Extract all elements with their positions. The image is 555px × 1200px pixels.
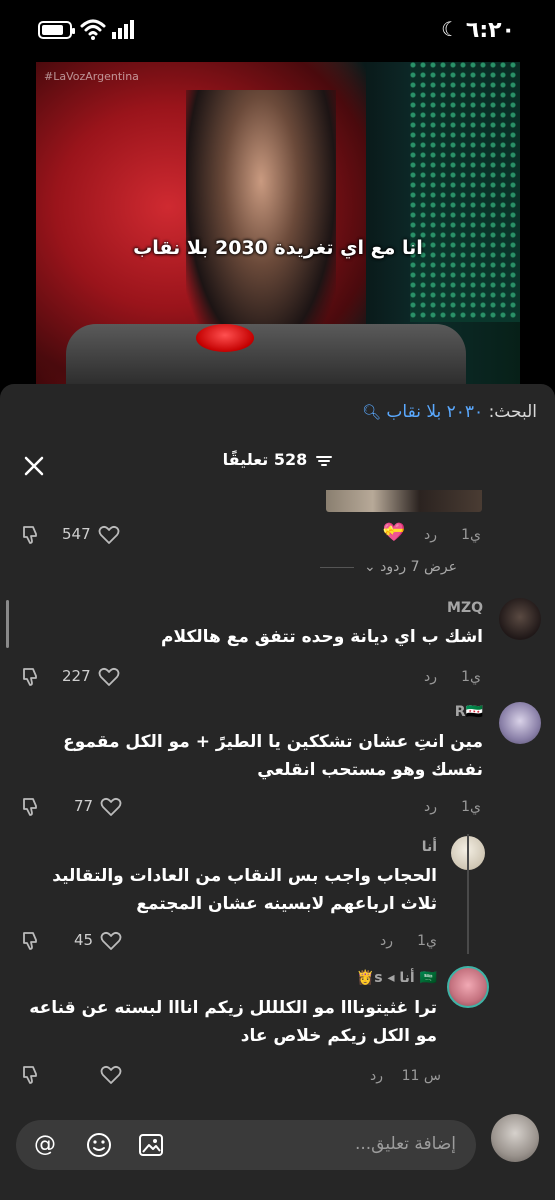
avatar[interactable] xyxy=(499,702,541,744)
video-player[interactable]: #LaVozArgentina انا مع اي تغريدة 2030 بل… xyxy=(36,62,520,384)
comment-text: مين انتِ عشان تشككين يا الطيرً + مو الكل… xyxy=(63,732,483,780)
video-red-button xyxy=(196,324,254,352)
comment-username[interactable]: MZQ xyxy=(447,600,483,616)
status-bar: ☾ ٦:٢٠ xyxy=(0,0,555,62)
comment-text: الحجاب واجب بس النقاب من العادات والتقال… xyxy=(52,866,437,914)
status-time: ٦:٢٠ xyxy=(465,18,515,43)
reply-button[interactable]: رد xyxy=(424,527,437,543)
reply-button[interactable]: رد xyxy=(424,669,437,685)
comment-time: 1ي xyxy=(461,799,481,815)
scroll-indicator xyxy=(6,600,9,648)
avatar[interactable] xyxy=(447,966,489,1008)
signal-icon xyxy=(112,20,134,39)
chevron-down-icon: ⌄ xyxy=(363,559,376,575)
reply-button[interactable]: رد xyxy=(370,1068,383,1084)
video-person xyxy=(186,90,336,350)
like-count: 77 xyxy=(74,797,94,815)
battery-icon xyxy=(38,21,75,39)
mention-icon[interactable]: @ xyxy=(34,1132,56,1157)
heart-icon[interactable] xyxy=(100,1064,122,1086)
current-user-avatar xyxy=(491,1114,539,1162)
reply-image-thumbnail[interactable] xyxy=(326,490,482,512)
divider xyxy=(319,566,354,568)
dislike-icon[interactable] xyxy=(20,1064,42,1086)
comment-time: 11 س xyxy=(401,1068,441,1084)
comment-text: ترا غثيتونااا مو الكلللل زيكم انااا لبست… xyxy=(29,998,437,1046)
comment-username[interactable]: 🇸🇦 أنا ◂ s👸 xyxy=(357,970,437,986)
like-count: 45 xyxy=(74,931,94,949)
search-suggestion[interactable]: البحث: ٢٠٣٠ بلا نقاب 🔍︎ xyxy=(362,402,537,422)
search-icon: 🔍︎ xyxy=(361,403,382,421)
sort-icon[interactable] xyxy=(316,455,333,467)
thread-line xyxy=(467,834,469,954)
video-console xyxy=(66,324,466,384)
video-caption: انا مع اي تغريدة 2030 بلا نقاب xyxy=(133,237,423,259)
comment-username[interactable]: أنا xyxy=(422,839,437,855)
reaction-emoji-icon: 💝 xyxy=(382,522,405,543)
comment-count: 528 تعليقًا xyxy=(222,450,308,469)
view-replies-link[interactable]: عرض 7 ردود ⌄ xyxy=(319,559,457,575)
reply-button[interactable]: رد xyxy=(424,799,437,815)
search-label: البحث: xyxy=(488,402,537,422)
comment-time: 1ي xyxy=(461,527,481,543)
like-count: 547 xyxy=(62,525,91,543)
comment-input[interactable]: إضافة تعليق... xyxy=(355,1134,456,1154)
like-count: 227 xyxy=(62,667,91,685)
comment-input-bar[interactable]: @ إضافة تعليق... xyxy=(16,1120,476,1170)
search-term[interactable]: ٢٠٣٠ بلا نقاب xyxy=(386,402,483,422)
heart-icon[interactable] xyxy=(100,930,122,952)
dislike-icon[interactable] xyxy=(20,796,42,818)
image-icon[interactable] xyxy=(138,1132,164,1158)
comment-text: اشك ب اي ديانة وحده تتفق مع هالكلام xyxy=(161,627,483,647)
video-watermark: #LaVozArgentina xyxy=(44,70,139,83)
wifi-icon xyxy=(80,19,106,40)
dislike-icon[interactable] xyxy=(20,666,42,688)
avatar[interactable] xyxy=(499,598,541,640)
dislike-icon[interactable] xyxy=(20,524,42,546)
comment-time: 1ي xyxy=(461,669,481,685)
heart-icon[interactable] xyxy=(98,524,120,546)
emoji-icon[interactable] xyxy=(86,1132,112,1158)
moon-icon: ☾ xyxy=(441,17,459,41)
view-replies-label: عرض 7 ردود xyxy=(380,559,457,575)
comments-header: 528 تعليقًا xyxy=(0,450,555,480)
comments-sheet: البحث: ٢٠٣٠ بلا نقاب 🔍︎ 528 تعليقًا 547 … xyxy=(0,384,555,1200)
heart-icon[interactable] xyxy=(100,796,122,818)
reply-button[interactable]: رد xyxy=(380,933,393,949)
dislike-icon[interactable] xyxy=(20,930,42,952)
comment-username[interactable]: R🇸🇾 xyxy=(455,704,483,720)
video-lights xyxy=(410,62,520,322)
comment-time: 1ي xyxy=(417,933,437,949)
heart-icon[interactable] xyxy=(98,666,120,688)
